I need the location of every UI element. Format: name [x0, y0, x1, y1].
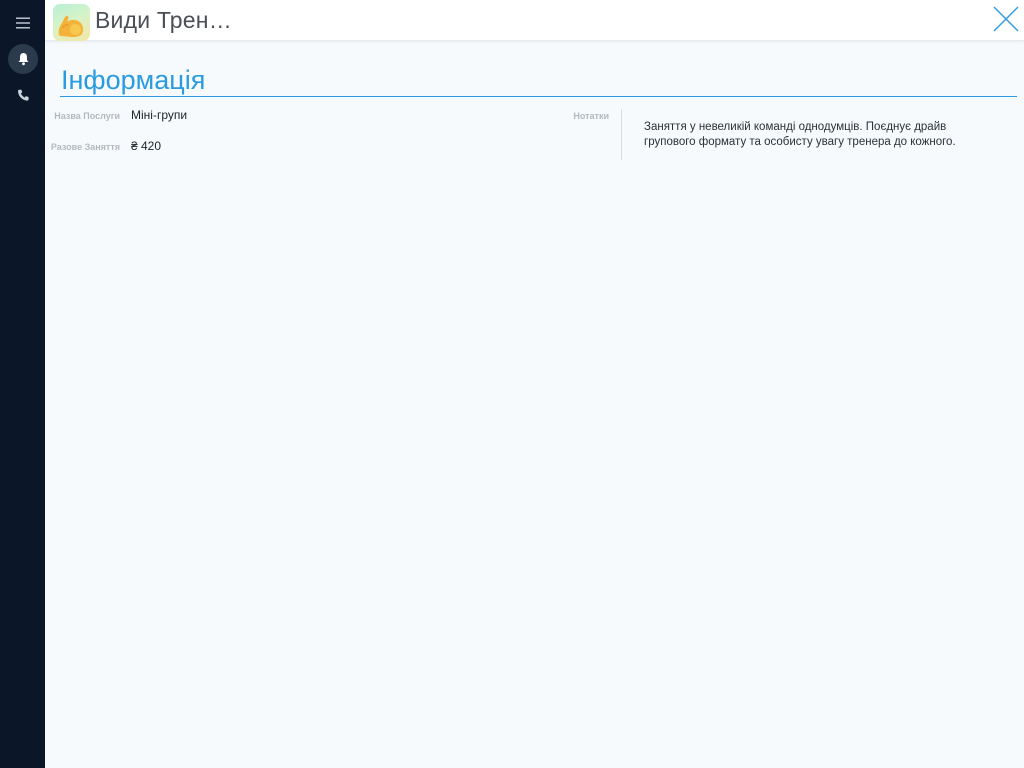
header-bar: Види Трен… — [45, 0, 1024, 41]
notifications-button[interactable] — [8, 44, 38, 74]
section-divider — [60, 96, 1017, 97]
notes-divider — [621, 109, 622, 160]
left-sidebar — [0, 0, 45, 768]
service-name-label: Назва Послуги — [54, 111, 120, 121]
menu-button[interactable] — [8, 8, 38, 38]
notes-text: Заняття у невеликій команді однодумців. … — [644, 121, 956, 148]
arm-muscle-icon — [53, 4, 90, 41]
phone-button[interactable] — [8, 80, 38, 110]
page-title: Види Трен… — [95, 7, 232, 33]
notes-label: Нотатки — [573, 111, 609, 121]
bell-icon — [18, 53, 28, 66]
single-session-price: ₴ 420 — [131, 139, 162, 153]
service-name-value: Міні-групи — [131, 108, 188, 122]
close-icon — [993, 6, 1019, 32]
phone-icon — [17, 89, 29, 101]
close-button[interactable] — [990, 3, 1022, 35]
section-title: Інформація — [61, 65, 206, 95]
hamburger-menu-icon — [16, 17, 30, 29]
single-session-label: Разове Заняття — [50, 142, 120, 152]
